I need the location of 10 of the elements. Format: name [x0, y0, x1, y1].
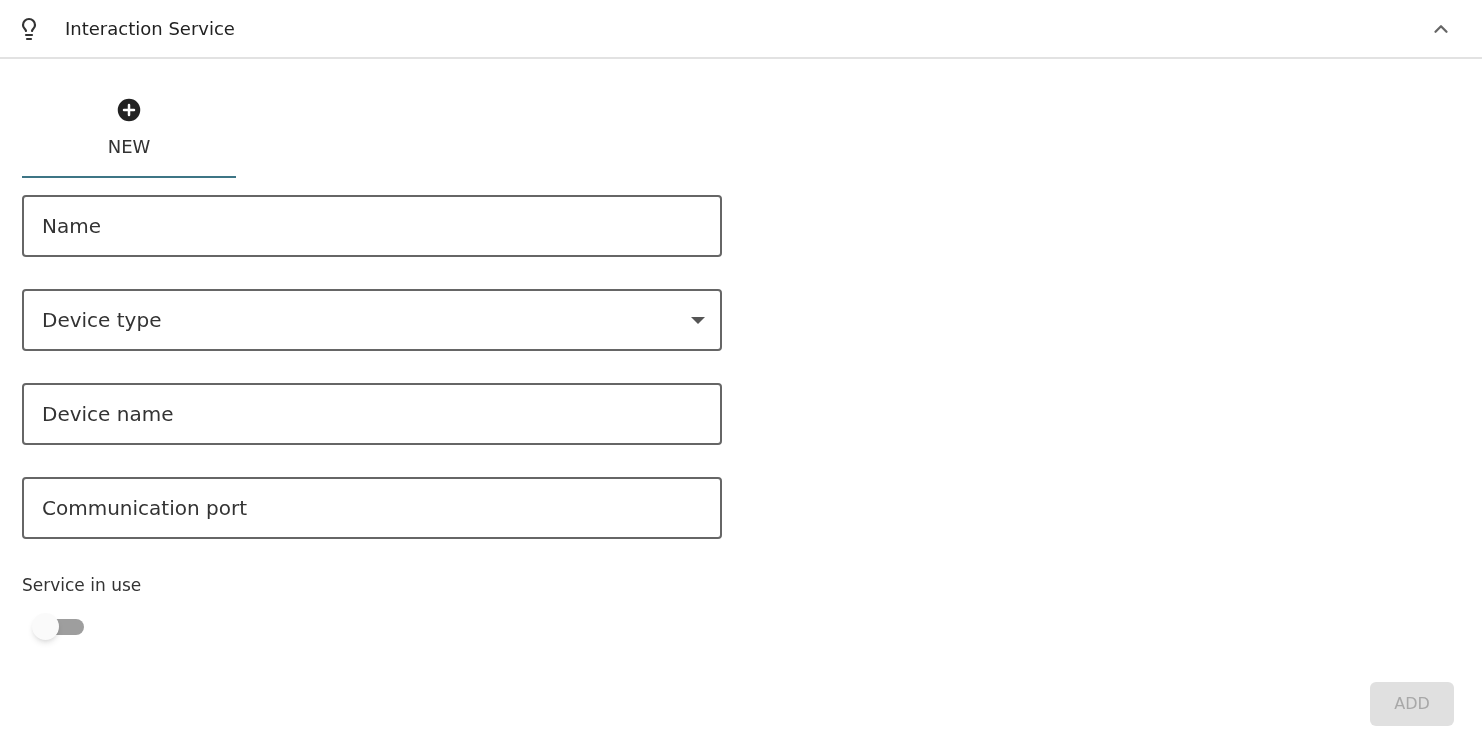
input-field[interactable]: Device name — [22, 383, 722, 445]
new-tab[interactable]: NEW — [22, 95, 236, 178]
plus-icon — [114, 95, 144, 125]
input-field[interactable]: Name — [22, 195, 722, 257]
panel-title: Interaction Service — [65, 17, 235, 41]
input-field[interactable]: Communication port — [22, 477, 722, 539]
toggle-label: Service in use — [22, 574, 143, 597]
toggle-switch[interactable] — [32, 612, 86, 639]
dropdown-caret-icon — [691, 316, 705, 324]
device-type-select[interactable]: Device type — [22, 289, 722, 351]
